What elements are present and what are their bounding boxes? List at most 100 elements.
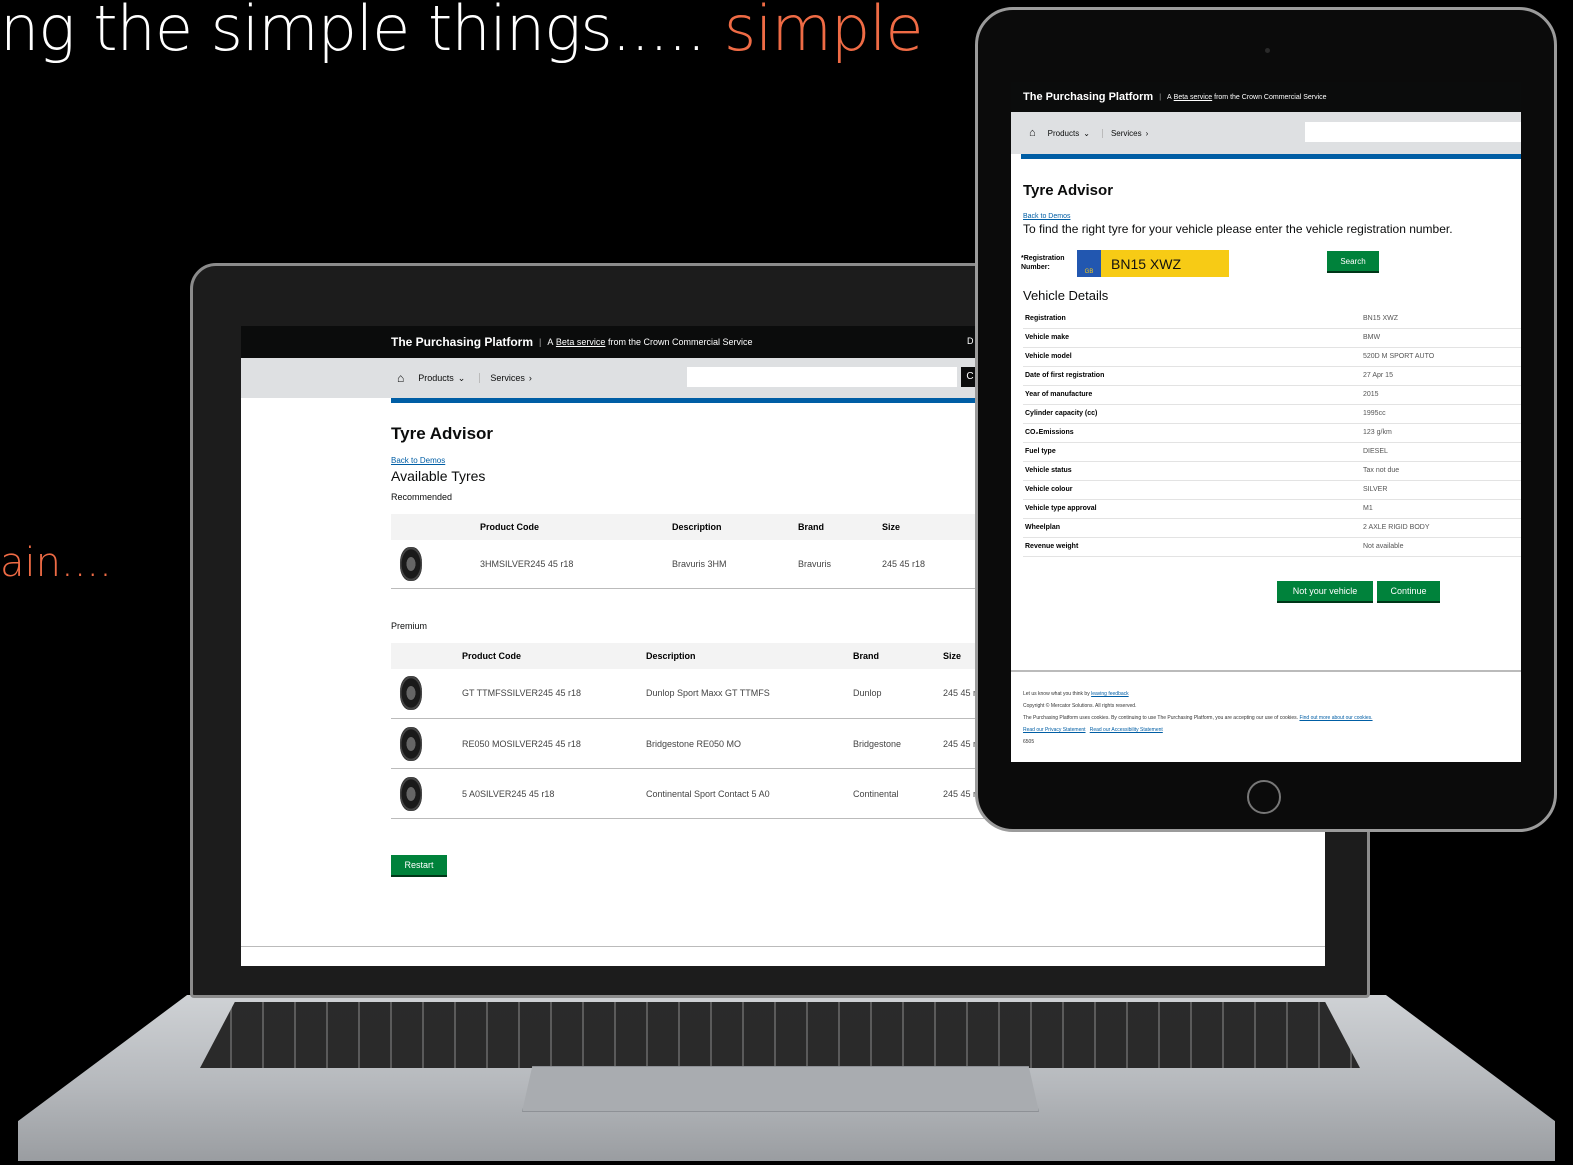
details-value: 2 AXLE RIGID BODY: [1363, 524, 1430, 531]
details-label: Revenue weight: [1025, 543, 1079, 550]
col-product-code: Product Code: [480, 522, 540, 532]
details-row: CO₂Emissions 123 g/km: [1023, 423, 1521, 442]
description: Bridgestone RE050 MO: [646, 738, 742, 749]
details-value: 1995cc: [1363, 410, 1386, 417]
statements-line: Read our Privacy Statement Read our Acce…: [1023, 724, 1521, 736]
slide-fragment: ain....: [0, 540, 112, 586]
details-label: Date of first registration: [1025, 372, 1105, 379]
details-label: Fuel type: [1025, 448, 1056, 455]
laptop-keyboard: [200, 1002, 1360, 1068]
col-brand: Brand: [798, 522, 825, 532]
nav-services-label: Services: [490, 373, 525, 383]
chevron-down-icon: ⌄: [1083, 128, 1090, 138]
details-label: Registration: [1025, 314, 1066, 322]
header-separator: |: [539, 337, 542, 347]
product-code: 3HMSILVER245 45 r18: [480, 558, 574, 569]
search-input[interactable]: [687, 367, 957, 387]
details-label: Vehicle type approval: [1025, 505, 1097, 512]
slide-title-text: ng the simple things.....: [0, 0, 706, 65]
nav-products[interactable]: Products ⌄: [418, 373, 465, 384]
details-row: Vehicle colour SILVER: [1023, 480, 1521, 499]
home-button[interactable]: [1247, 780, 1281, 814]
details-value: Not available: [1363, 543, 1404, 550]
details-value: M1: [1363, 505, 1373, 512]
beta-suffix: from the Crown Commercial Service: [607, 337, 753, 347]
product-code: GT TTMFSSILVER245 45 r18: [462, 688, 582, 699]
continue-button[interactable]: Continue: [1377, 580, 1440, 603]
home-icon[interactable]: ⌂: [1029, 127, 1036, 139]
tyre-image: [400, 546, 422, 581]
details-row: Vehicle model 520D M SPORT AUTO: [1023, 347, 1521, 366]
beta-service-link[interactable]: Beta service: [556, 337, 606, 347]
details-label: Cylinder capacity (cc): [1025, 410, 1098, 417]
site-brand[interactable]: The Purchasing Platform: [391, 335, 533, 349]
description: Dunlop Sport Maxx GT TTMFS: [646, 688, 770, 699]
slide-title-accent: simple: [723, 0, 924, 65]
footer-divider: [241, 946, 1325, 947]
tyre-image: [400, 726, 422, 761]
product-code: 5 A0SILVER245 45 r18: [462, 788, 555, 799]
site-footer: Let us know what you think by leaving fe…: [1011, 670, 1521, 748]
home-icon[interactable]: ⌂: [397, 371, 404, 385]
details-value: 123 g/km: [1363, 429, 1392, 436]
restart-button[interactable]: Restart: [391, 855, 447, 877]
nav-services-label: Services: [1110, 128, 1142, 138]
details-row: Date of first registration 27 Apr 15: [1023, 366, 1521, 385]
details-row: Vehicle make BMW: [1023, 328, 1521, 347]
tyre-image: [400, 776, 422, 811]
details-value: BMW: [1363, 334, 1381, 341]
details-row: Cylinder capacity (cc) 1995cc: [1023, 404, 1521, 423]
details-label: Year of manufacture: [1025, 391, 1093, 398]
nav-services[interactable]: Services ›: [479, 373, 532, 383]
details-value: Tax not due: [1363, 467, 1400, 474]
feedback-prefix: Let us know what you think by: [1023, 691, 1090, 697]
instruction-text: To find the right tyre for your vehicle …: [1023, 222, 1453, 236]
search-input[interactable]: [1305, 122, 1521, 142]
feedback-link[interactable]: leaving feedback: [1091, 691, 1129, 697]
site-brand[interactable]: The Purchasing Platform: [1023, 91, 1153, 103]
details-label: Vehicle status: [1025, 467, 1072, 474]
search-button[interactable]: Search: [1327, 251, 1379, 273]
camera: [1265, 48, 1270, 53]
details-row: Vehicle status Tax not due: [1023, 461, 1521, 480]
blue-rule: [1021, 154, 1521, 159]
tablet-screen: The Purchasing Platform | A Beta service…: [1011, 82, 1521, 762]
details-value: BN15 XWZ: [1363, 314, 1399, 322]
cookies-text: The Purchasing Platform uses cookies. By…: [1023, 715, 1299, 721]
chevron-right-icon: ›: [528, 373, 532, 383]
details-label: Vehicle make: [1025, 334, 1069, 341]
description: Bravuris 3HM: [672, 558, 727, 569]
details-value: 2015: [1363, 391, 1379, 398]
details-value: DIESEL: [1363, 448, 1388, 455]
details-label: Vehicle model: [1025, 353, 1072, 360]
accessibility-link[interactable]: Read our Accessibility Statement: [1090, 727, 1163, 733]
details-row: Wheelplan 2 AXLE RIGID BODY: [1023, 518, 1521, 537]
nav-products-label: Products: [1047, 128, 1080, 138]
nav-services[interactable]: Services ›: [1101, 128, 1148, 138]
beta-service-link[interactable]: Beta service: [1174, 94, 1213, 101]
details-row: Fuel type DIESEL: [1023, 442, 1521, 461]
action-buttons: Not your vehicle Continue: [1023, 580, 1513, 621]
col-description: Description: [646, 650, 696, 661]
slide-title: ng the simple things..... simple: [0, 0, 924, 65]
cookies-link[interactable]: Find out more about our cookies.: [1299, 715, 1372, 721]
col-description: Description: [672, 522, 722, 532]
vehicle-details-heading: Vehicle Details: [1023, 288, 1109, 303]
site-header: The Purchasing Platform | A Beta service…: [1011, 82, 1521, 112]
not-your-vehicle-button[interactable]: Not your vehicle: [1277, 580, 1373, 603]
laptop-trackpad: [522, 1066, 1039, 1112]
registration-input[interactable]: GB BN15 XWZ: [1077, 250, 1229, 277]
gb-badge: GB: [1077, 250, 1101, 277]
vehicle-details-table: Registration BN15 XWZ Vehicle make BMW Vehic…: [1023, 309, 1521, 557]
nav-products-label: Products: [418, 372, 454, 383]
cookies-line: The Purchasing Platform uses cookies. By…: [1023, 712, 1521, 724]
tyre-image: [400, 676, 422, 711]
feedback-line: Let us know what you think by leaving fe…: [1023, 688, 1521, 700]
privacy-link[interactable]: Read our Privacy Statement: [1023, 727, 1086, 733]
details-value: 520D M SPORT AUTO: [1363, 353, 1435, 360]
back-to-demos-link[interactable]: Back to Demos: [1023, 213, 1513, 220]
chevron-down-icon: ⌄: [457, 372, 466, 383]
product-code: RE050 MOSILVER245 45 r18: [462, 738, 581, 749]
nav-products[interactable]: Products ⌄: [1048, 129, 1090, 138]
tablet: The Purchasing Platform | A Beta service…: [975, 7, 1557, 832]
